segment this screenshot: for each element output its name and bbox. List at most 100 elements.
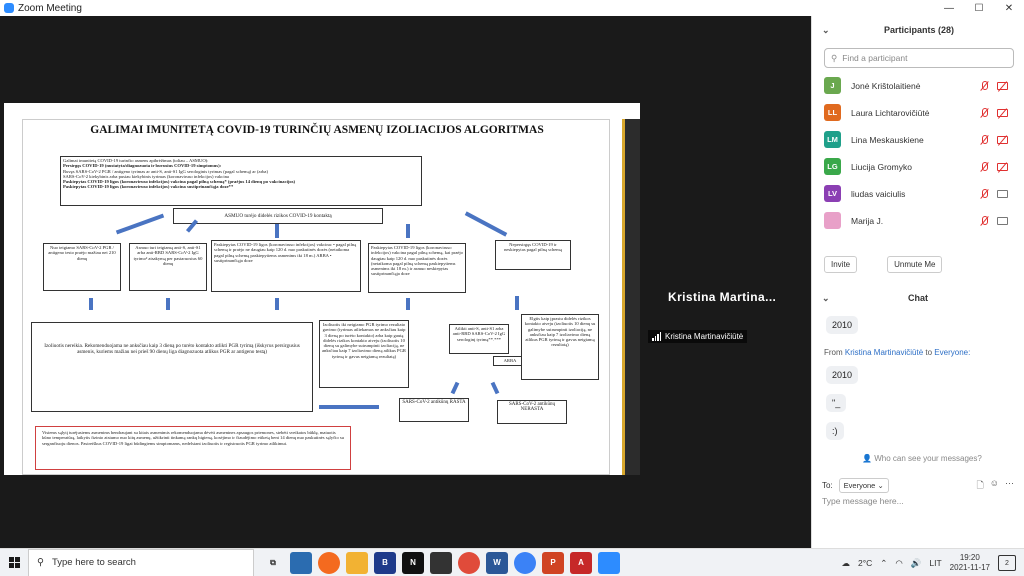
powerpoint-icon[interactable]: P: [542, 551, 564, 574]
col4-box: Paskiepytas COVID-19 ligos (koronaviruso…: [368, 243, 466, 293]
taskbar-search-input[interactable]: ⚲ Type here to search: [28, 548, 254, 576]
video-off-icon[interactable]: [997, 162, 1008, 171]
chevron-down-icon[interactable]: ⌄: [822, 25, 830, 36]
clock-time: 19:20: [959, 553, 980, 562]
windows-start-button[interactable]: [0, 549, 28, 576]
search-icon: ⚲: [831, 52, 838, 63]
language-indicator[interactable]: LIT: [929, 558, 941, 568]
chat-message: :): [826, 422, 844, 440]
taskbar-apps: ⧉ B N W P A: [262, 551, 620, 574]
chat-title: Chat: [908, 293, 928, 303]
b-app-icon[interactable]: B: [374, 551, 396, 574]
acrobat-icon[interactable]: A: [570, 551, 592, 574]
chat-input[interactable]: Type message here...: [822, 496, 904, 506]
participant-name: Marija J.: [851, 215, 884, 226]
notification-icon[interactable]: 2: [998, 555, 1016, 571]
antibodies-not-found-box: SARS-CoV-2 antikūnų NERASTA: [497, 400, 567, 424]
invite-button[interactable]: Invite: [824, 256, 858, 273]
weather-icon[interactable]: ☁: [841, 558, 850, 569]
windows-icon: [8, 557, 20, 568]
chat-message: 2010: [826, 316, 859, 334]
arrow: [490, 381, 500, 395]
chat-header[interactable]: ⌄ Chat: [812, 288, 1024, 310]
who-can-see-link[interactable]: 👤 Who can see your messages?: [862, 454, 982, 463]
recipient-name[interactable]: Everyone:: [934, 348, 970, 357]
chat-message: "_: [826, 394, 847, 412]
folder-icon[interactable]: [346, 551, 368, 574]
arrow: [406, 224, 410, 238]
close-button[interactable]: ✕: [994, 3, 1024, 14]
netflix-icon[interactable]: N: [402, 551, 424, 574]
participant-row[interactable]: LG Liucija Gromyko: [812, 153, 1024, 180]
participant-row[interactable]: J Jonė Krištolaitienė: [812, 72, 1024, 99]
video-off-icon[interactable]: [997, 135, 1008, 144]
isolate-until-box: Izoliuotis iki neigiamo PGR tyrimo rezul…: [319, 320, 409, 388]
mic-muted-icon[interactable]: [980, 215, 989, 226]
volume-icon[interactable]: 🔊: [911, 558, 922, 569]
store-icon[interactable]: [430, 551, 452, 574]
zoom-icon[interactable]: [598, 551, 620, 574]
mic-muted-icon[interactable]: [980, 161, 989, 172]
photos-icon[interactable]: [290, 551, 312, 574]
mic-muted-icon[interactable]: [980, 134, 989, 145]
chrome-icon[interactable]: [458, 551, 480, 574]
firefox-icon[interactable]: [318, 551, 340, 574]
unmute-me-button[interactable]: Unmute Me: [887, 256, 943, 273]
participant-search-input[interactable]: ⚲ Find a participant: [824, 48, 1014, 68]
video-icon[interactable]: [997, 189, 1008, 198]
arrow: [406, 298, 410, 310]
minimize-button[interactable]: —: [934, 3, 964, 14]
avatar: LV: [824, 185, 841, 202]
who-can-see-label: Who can see your messages?: [874, 454, 982, 463]
participants-header[interactable]: ⌄ Participants (28): [812, 16, 1024, 44]
mic-muted-icon[interactable]: [980, 80, 989, 91]
mic-muted-icon[interactable]: [980, 107, 989, 118]
signal-icon: [652, 332, 661, 341]
antibodies-found-box: SARS-CoV-2 antikūnų RASTA: [399, 398, 469, 422]
participant-name: Liucija Gromyko: [851, 161, 912, 172]
footer-box: Visiems sąlytį turėjusiems asmenims bend…: [35, 426, 351, 470]
emoji-icon[interactable]: ☺: [990, 478, 999, 494]
edge-icon[interactable]: [514, 551, 536, 574]
participant-row[interactable]: LV liudas vaiciulis: [812, 180, 1024, 207]
tray-arrow-icon[interactable]: ⌃: [880, 558, 887, 569]
participant-row[interactable]: LL Laura Lichtarovičiūtė: [812, 99, 1024, 126]
weather-temp[interactable]: 2°C: [858, 558, 872, 568]
network-icon[interactable]: ◠: [895, 558, 902, 569]
sender-name[interactable]: Kristina Martinavičiūtė: [845, 348, 923, 357]
clock[interactable]: 19:20 2021-11-17: [950, 553, 990, 573]
arrow: [275, 224, 279, 238]
mic-muted-icon[interactable]: [980, 188, 989, 199]
meeting-video-area: GALIMAI IMUNITETĄ COVID-19 TURINČIŲ ASME…: [0, 16, 811, 548]
slide-title: GALIMAI IMUNITETĄ COVID-19 TURINČIŲ ASME…: [90, 124, 544, 136]
contact-box: ASMUO turėjo didelės rizikos COVID-19 ko…: [173, 208, 383, 224]
file-icon[interactable]: 🗋: [977, 478, 984, 494]
active-speaker-name: Kristina Martina...: [668, 290, 777, 304]
recipient-select[interactable]: Everyone ⌄: [838, 478, 889, 493]
recipient-value: Everyone: [843, 481, 876, 490]
video-off-icon[interactable]: [997, 108, 1008, 117]
video-off-icon[interactable]: [997, 81, 1008, 90]
task-view-icon[interactable]: ⧉: [262, 552, 284, 574]
participant-row[interactable]: LM Lina Meskauskiene: [812, 126, 1024, 153]
arrow: [166, 298, 170, 310]
more-icon[interactable]: ⋯: [1005, 478, 1014, 494]
word-icon[interactable]: W: [486, 551, 508, 574]
shared-slide: GALIMAI IMUNITETĄ COVID-19 TURINČIŲ ASME…: [22, 119, 610, 475]
chat-tools: 🗋 ☺ ⋯: [977, 478, 1014, 494]
no-isolation-box: Izoliuotis nereikia. Rekomenduojama ne a…: [31, 322, 313, 412]
to-label: To:: [822, 481, 833, 490]
participant-row[interactable]: Marija J.: [812, 207, 1024, 234]
video-icon[interactable]: [997, 216, 1008, 225]
search-placeholder: Find a participant: [842, 53, 908, 63]
arrow: [515, 296, 519, 310]
col5-box: Nepersirgęs COVID-19 ir neskiepytas paga…: [495, 240, 571, 270]
intro-line: Paskiepytas COVID-19 ligos (koronaviruso…: [63, 184, 234, 190]
col2-box: Asmuo turi teigiamą anti-S, anti-S1 arba…: [129, 243, 207, 291]
speaker-tag-label: Kristina Martinavičiūtė: [665, 332, 744, 341]
maximize-button[interactable]: ☐: [964, 3, 994, 14]
participant-name: Jonė Krištolaitienė: [851, 80, 921, 91]
arrow: [319, 405, 379, 409]
intro-box: Galimai imunitetą COVID-19 turinčio asme…: [60, 156, 422, 206]
chevron-down-icon[interactable]: ⌄: [822, 293, 830, 304]
